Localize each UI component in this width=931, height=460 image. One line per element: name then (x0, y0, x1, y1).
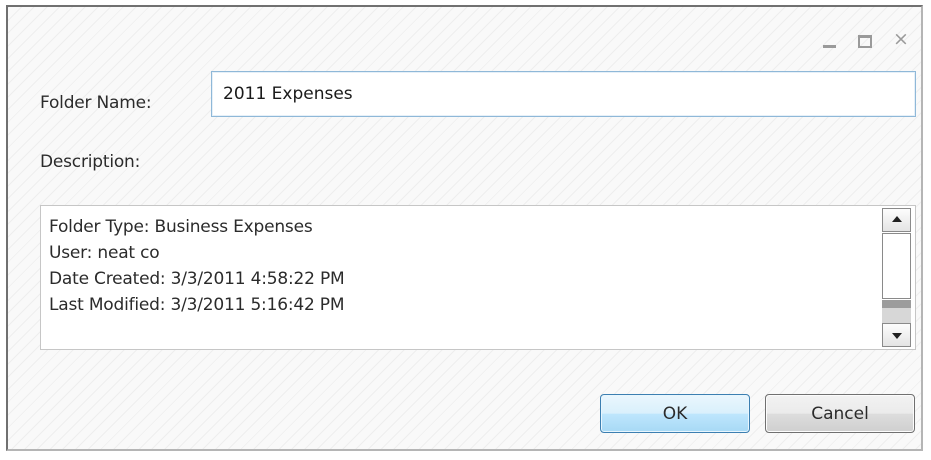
scroll-track-lower[interactable] (882, 308, 911, 323)
window-controls: × (819, 28, 911, 51)
ok-button[interactable]: OK (600, 394, 750, 433)
scroll-thumb[interactable] (882, 233, 911, 299)
minimize-button[interactable] (819, 31, 839, 51)
arrow-up-icon (892, 216, 902, 222)
description-content: Folder Type: Business Expenses User: nea… (49, 214, 345, 318)
folder-name-input[interactable] (211, 71, 916, 117)
description-line: User: neat co (49, 243, 160, 263)
minimize-icon (823, 45, 836, 48)
description-label: Description: (40, 152, 141, 172)
close-button[interactable]: × (891, 28, 911, 51)
scroll-up-button[interactable] (882, 208, 911, 232)
maximize-button[interactable] (855, 31, 875, 51)
maximize-icon (858, 35, 872, 48)
description-line: Last Modified: 3/3/2011 5:16:42 PM (49, 295, 345, 315)
description-textarea[interactable]: Folder Type: Business Expenses User: nea… (40, 205, 916, 350)
cancel-button[interactable]: Cancel (765, 394, 915, 433)
scroll-down-button[interactable] (882, 323, 911, 347)
folder-name-label: Folder Name: (40, 93, 152, 113)
scroll-track[interactable] (882, 300, 911, 308)
description-line: Date Created: 3/3/2011 4:58:22 PM (49, 269, 345, 289)
description-line: Folder Type: Business Expenses (49, 217, 313, 237)
arrow-down-icon (892, 333, 902, 339)
folder-dialog: × Folder Name: Description: Folder Type:… (6, 5, 923, 451)
vertical-scrollbar[interactable] (882, 208, 913, 347)
close-icon: × (893, 28, 909, 50)
